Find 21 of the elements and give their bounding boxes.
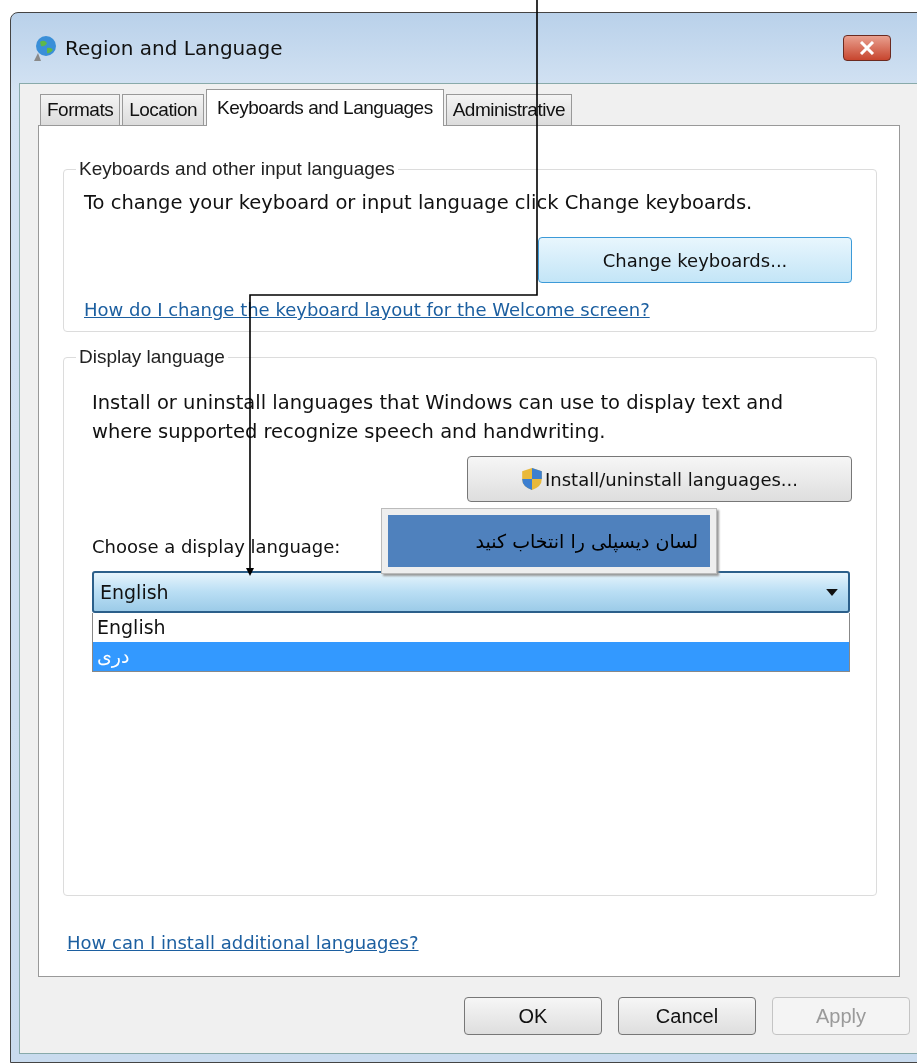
- help-link[interactable]: How can I install additional languages?: [67, 932, 419, 953]
- field-label: Choose a display language:: [92, 536, 341, 557]
- close-button[interactable]: [843, 35, 891, 61]
- tab[interactable]: Formats: [40, 94, 121, 125]
- tab[interactable]: Keyboards and Languages: [206, 89, 444, 126]
- dropdown-value: English: [100, 581, 169, 603]
- dropdown-option[interactable]: English: [93, 613, 849, 642]
- group-title: Keyboards and other input languages: [78, 158, 396, 180]
- dialog-button[interactable]: OK: [464, 997, 602, 1035]
- group-title: Display language: [78, 346, 226, 368]
- language-dropdown[interactable]: English: [92, 571, 850, 613]
- close-icon: [859, 41, 875, 55]
- globe-icon: [31, 34, 59, 62]
- callout-text: لسان دیسپلی را انتخاب کنید: [388, 515, 710, 567]
- change-keyboards-button[interactable]: Change keyboards...: [538, 237, 852, 283]
- window-title: Region and Language: [65, 36, 283, 60]
- install-languages-button[interactable]: Install/uninstall languages...: [467, 456, 852, 502]
- tab[interactable]: Location: [122, 94, 205, 125]
- dialog-button[interactable]: Cancel: [618, 997, 756, 1035]
- caret-icon: [826, 588, 838, 596]
- shield-icon: [521, 467, 543, 491]
